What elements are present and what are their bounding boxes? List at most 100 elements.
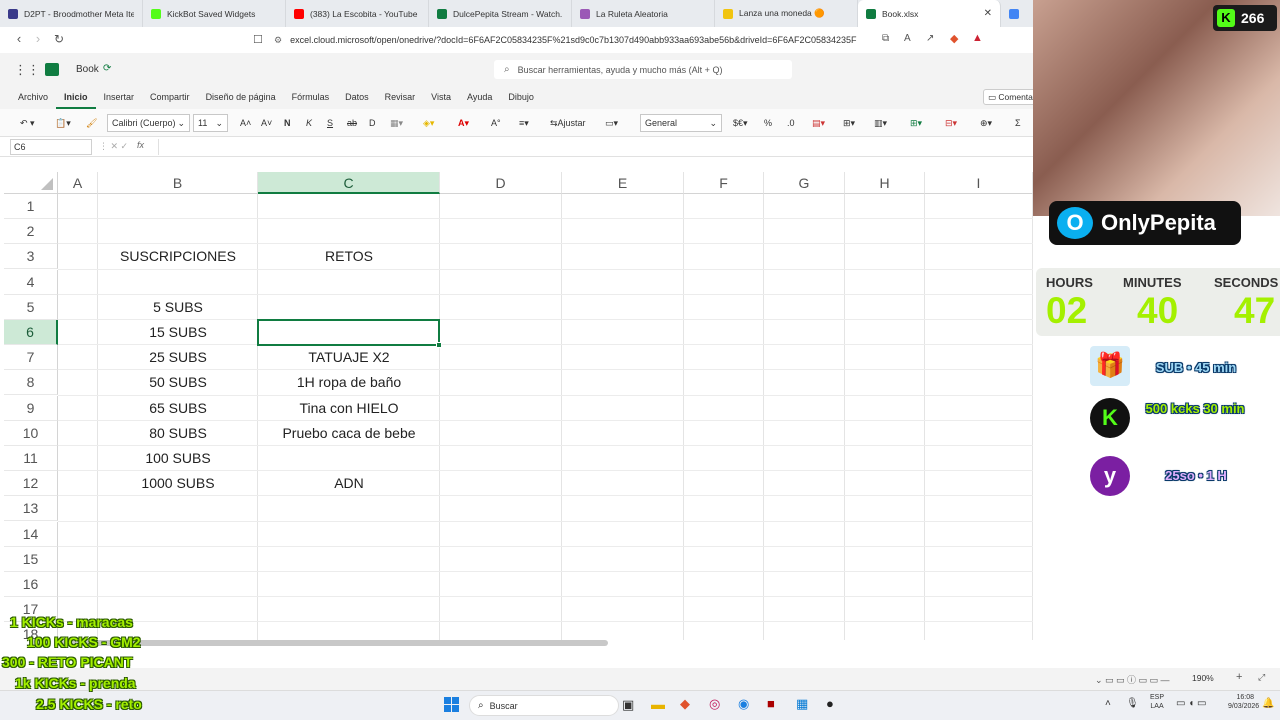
- column-header[interactable]: G: [764, 172, 845, 194]
- ribbon-tab[interactable]: Diseño de página: [198, 87, 284, 109]
- tray-chevron-icon[interactable]: ˄: [1105, 698, 1111, 709]
- cell-b3[interactable]: SUSCRIPCIONES: [98, 244, 258, 269]
- browser-tab[interactable]: KickBot Saved Widgets: [143, 0, 286, 27]
- comments-button[interactable]: ▭ Comenta: [983, 89, 1038, 105]
- decimal-icon[interactable]: .0: [787, 114, 795, 132]
- brave-shield-icon[interactable]: ◆: [950, 32, 958, 45]
- italic-icon[interactable]: K: [306, 114, 312, 132]
- select-all-corner[interactable]: [4, 172, 58, 194]
- autosum-icon[interactable]: Σ: [1015, 114, 1021, 132]
- row-header[interactable]: 8: [4, 370, 58, 396]
- row-header[interactable]: 12: [4, 471, 58, 497]
- cell-b9[interactable]: 65 SUBS: [98, 396, 258, 421]
- app-icon-2[interactable]: ■: [767, 696, 775, 711]
- row-header[interactable]: 15: [4, 546, 58, 572]
- back-icon[interactable]: ‹: [9, 31, 29, 46]
- row-header[interactable]: 3: [4, 244, 58, 270]
- ribbon-tab[interactable]: Dibujo: [500, 87, 542, 109]
- column-header[interactable]: H: [845, 172, 925, 194]
- browser-tab[interactable]: tin: [1001, 0, 1031, 27]
- decrease-font-icon[interactable]: A˅: [261, 114, 272, 132]
- copy-icon[interactable]: ⧉: [882, 33, 889, 44]
- fullscreen-icon[interactable]: ⤢: [1258, 672, 1265, 683]
- row-header[interactable]: 6: [4, 320, 58, 345]
- reload-icon[interactable]: ↻: [49, 32, 69, 46]
- fill-handle[interactable]: [436, 342, 442, 348]
- site-info-icon[interactable]: ⚙: [274, 35, 282, 46]
- row-header[interactable]: 1: [4, 194, 58, 219]
- wrap-text-button[interactable]: ⇆ Ajustar: [550, 114, 586, 132]
- row-header[interactable]: 7: [4, 345, 58, 371]
- more-font-icon[interactable]: A°: [491, 114, 501, 132]
- notification-icon[interactable]: 🔔: [1262, 698, 1274, 709]
- subscript-icon[interactable]: D: [369, 114, 376, 132]
- clock[interactable]: 16:08 9/03/2026: [1228, 693, 1259, 711]
- row-header[interactable]: 5: [4, 294, 58, 320]
- app-icon[interactable]: ◎: [709, 696, 720, 712]
- ribbon-tab[interactable]: Compartir: [142, 87, 198, 109]
- ribbon-tab[interactable]: Insertar: [96, 87, 143, 109]
- cell-b7[interactable]: 25 SUBS: [98, 345, 258, 370]
- ribbon-tab[interactable]: Vista: [423, 87, 459, 109]
- row-header[interactable]: 14: [4, 521, 58, 547]
- ribbon-tab[interactable]: Fórmulas: [284, 87, 338, 109]
- bold-icon[interactable]: N: [284, 114, 291, 132]
- conditional-format-icon[interactable]: ▤▾: [812, 114, 825, 132]
- browser-tab[interactable]: Book.xlsx ✕: [858, 0, 1001, 27]
- search-box[interactable]: ⌕ Buscar herramientas, ayuda y mucho más…: [494, 60, 792, 79]
- cell-b10[interactable]: 80 SUBS: [98, 421, 258, 446]
- currency-icon[interactable]: $€▾: [733, 114, 748, 132]
- ribbon-tab[interactable]: Ayuda: [459, 87, 500, 109]
- row-header[interactable]: 2: [4, 219, 58, 245]
- fill-color-icon[interactable]: ◈▾: [423, 114, 434, 132]
- cell-b12[interactable]: 1000 SUBS: [98, 471, 258, 496]
- close-tab-icon[interactable]: ✕: [984, 8, 992, 19]
- store-icon[interactable]: ▦: [796, 696, 808, 712]
- cell-c12[interactable]: ADN: [258, 471, 440, 496]
- increase-font-icon[interactable]: A˄: [240, 114, 251, 132]
- horizontal-scrollbar[interactable]: [60, 640, 608, 646]
- browser-tab[interactable]: DulcePepita Stream - Watch...: [429, 0, 572, 27]
- obs-icon[interactable]: ●: [826, 696, 834, 711]
- brave-browser-icon[interactable]: ◆: [680, 696, 690, 712]
- cell-c10[interactable]: Pruebo caca de bebe: [258, 421, 440, 446]
- format-painter-icon[interactable]: 🖌: [86, 114, 97, 132]
- font-color-icon[interactable]: A▾: [458, 114, 469, 132]
- document-title[interactable]: Book: [76, 64, 99, 75]
- format-cells-icon[interactable]: ⊕▾: [980, 114, 992, 132]
- spreadsheet-grid[interactable]: A B C D E F G H I 1 2 3 4 5 6 7 8 9 10 11 12 13 14 15 16 17 18 SUSC…: [4, 172, 1033, 640]
- undo-icon[interactable]: ↶ ▾: [20, 114, 35, 132]
- column-header[interactable]: A: [58, 172, 98, 194]
- column-header[interactable]: D: [440, 172, 562, 194]
- row-header[interactable]: 9: [4, 395, 58, 421]
- network-icon[interactable]: ▭ ◖ ▭: [1176, 698, 1207, 709]
- row-header[interactable]: 13: [4, 496, 58, 522]
- number-format-dropdown[interactable]: General ⌄: [640, 114, 722, 132]
- cell-b6[interactable]: 15 SUBS: [98, 320, 258, 345]
- delete-cells-icon[interactable]: ⊟▾: [945, 114, 957, 132]
- app-launcher-icon[interactable]: ⋮⋮: [14, 62, 40, 78]
- browser-tab[interactable]: La Ruleta Aleatoria: [572, 0, 715, 27]
- ribbon-tab[interactable]: Inicio: [56, 87, 96, 109]
- taskbar-search[interactable]: ⌕ Buscar: [469, 695, 619, 716]
- edge-icon[interactable]: ◉: [738, 696, 749, 712]
- cell-styles-icon[interactable]: ▥▾: [874, 114, 887, 132]
- row-header[interactable]: 11: [4, 446, 58, 471]
- cell-c3[interactable]: RETOS: [258, 244, 440, 269]
- zoom-in-icon[interactable]: +: [1236, 671, 1242, 683]
- ribbon-tab[interactable]: Revisar: [377, 87, 424, 109]
- cell-b8[interactable]: 50 SUBS: [98, 370, 258, 395]
- font-name-dropdown[interactable]: Calibri (Cuerpo) ⌄: [107, 114, 190, 132]
- column-header[interactable]: I: [925, 172, 1033, 194]
- translate-icon[interactable]: A: [904, 33, 911, 44]
- mic-icon[interactable]: 🎙: [1126, 698, 1139, 709]
- column-header[interactable]: F: [684, 172, 764, 194]
- column-header[interactable]: C: [258, 172, 440, 194]
- forward-icon[interactable]: ›: [28, 31, 48, 46]
- file-explorer-icon[interactable]: ▬: [651, 696, 665, 712]
- address-bar[interactable]: ⚙ excel.cloud.microsoft/open/onedrive/?d…: [274, 30, 874, 50]
- start-icon[interactable]: [444, 697, 459, 712]
- paste-icon[interactable]: 📋▾: [55, 114, 71, 132]
- browser-tab[interactable]: D2PT - Broodmother Meta Item...: [0, 0, 143, 27]
- language-indicator[interactable]: ESP LAA: [1150, 693, 1164, 711]
